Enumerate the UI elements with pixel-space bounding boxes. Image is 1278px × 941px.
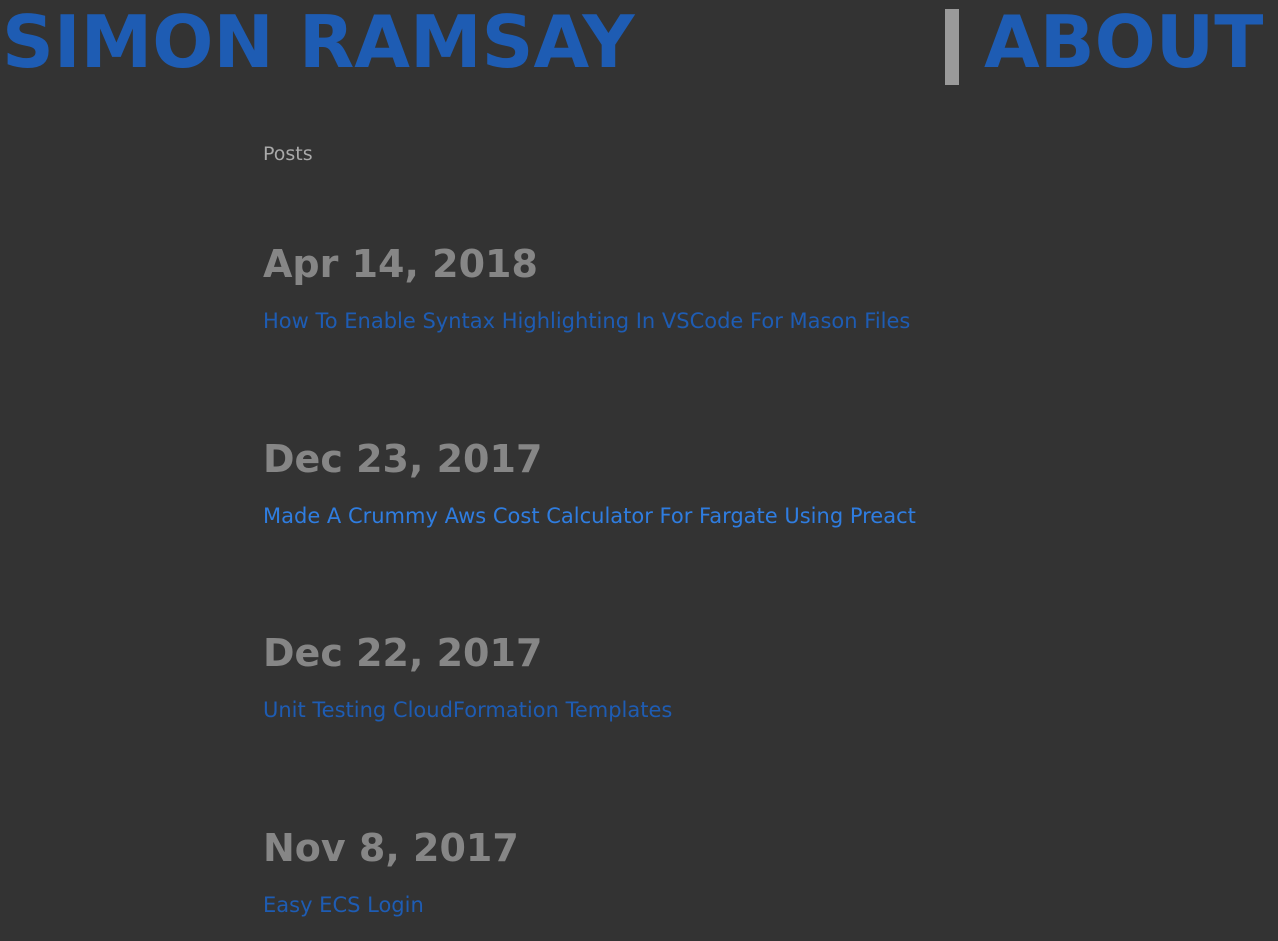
post-title-link[interactable]: Easy ECS Login: [263, 890, 424, 920]
post-title-link[interactable]: Made A Crummy Aws Cost Calculator For Fa…: [263, 501, 916, 531]
post-date: Dec 22, 2017: [263, 631, 543, 675]
site-title-link[interactable]: SIMON RAMSAY: [2, 0, 634, 90]
nav-separator: [945, 9, 959, 85]
post-title-link[interactable]: How To Enable Syntax Highlighting In VSC…: [263, 306, 910, 336]
post-title-link[interactable]: Unit Testing CloudFormation Templates: [263, 695, 672, 725]
post-date: Dec 23, 2017: [263, 437, 543, 481]
post-date: Nov 8, 2017: [263, 826, 519, 870]
nav-about-link[interactable]: ABOUT: [984, 0, 1263, 90]
section-label-posts: Posts: [263, 143, 313, 165]
post-date: Apr 14, 2018: [263, 242, 538, 286]
